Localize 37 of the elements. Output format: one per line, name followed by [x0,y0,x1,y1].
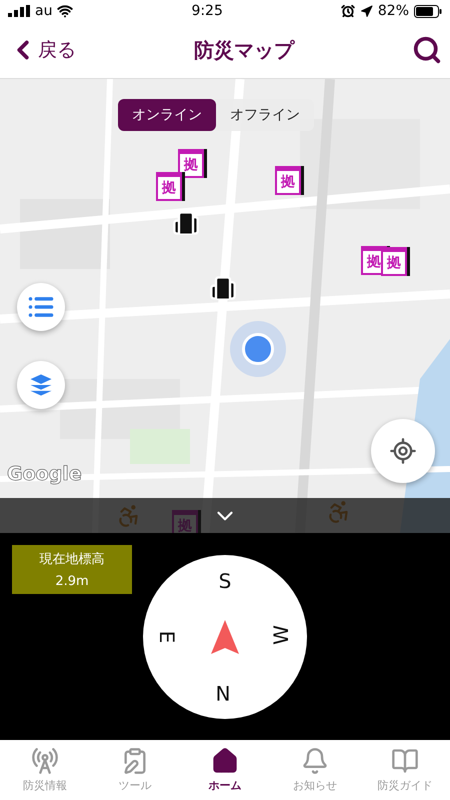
crosshair-icon [389,437,417,465]
home-icon [211,747,239,775]
shelter-marker[interactable]: 拠 [156,172,182,201]
elevation-label: 現在地標高 [40,551,104,568]
wifi-icon [57,3,74,19]
battery-icon [414,4,442,18]
book-icon [391,747,419,775]
antenna-icon [31,747,59,775]
compass-point: W [271,625,291,645]
search-icon [412,35,442,65]
tab-item[interactable]: ツール [90,740,180,800]
compass-point: N [214,683,232,703]
shelter-marker[interactable]: 拠 [178,149,204,178]
compass-point: S [218,571,232,591]
shelter-marker[interactable]: 拠 [275,166,301,195]
tab-item[interactable]: 防災ガイド [360,740,450,800]
compass-point: E [157,630,177,646]
tab-item[interactable]: ホーム [180,740,270,800]
elevation-value: 2.9m [55,574,89,589]
tab-item[interactable]: お知らせ [270,740,360,800]
back-button[interactable]: 戻る [8,35,76,65]
shelter-marker[interactable]: 拠 [381,247,407,276]
bell-icon [301,747,329,775]
screen-title: 防災マップ [194,36,294,64]
map-attribution: Google [7,463,82,485]
mode-segment[interactable]: オフライン [216,99,314,131]
battery-percent: 82% [378,3,409,19]
signal-icon [8,5,30,17]
mode-segment[interactable]: オンライン [118,99,216,131]
carrier-name: au [35,3,52,19]
tab-item[interactable]: 防災情報 [0,740,90,800]
compass-needle-icon [211,620,239,654]
clock-time: 9:25 [191,3,223,19]
location-arrow-icon [360,4,373,18]
search-button[interactable] [412,35,442,65]
alarm-icon [340,4,355,18]
building-icon[interactable] [209,274,237,302]
